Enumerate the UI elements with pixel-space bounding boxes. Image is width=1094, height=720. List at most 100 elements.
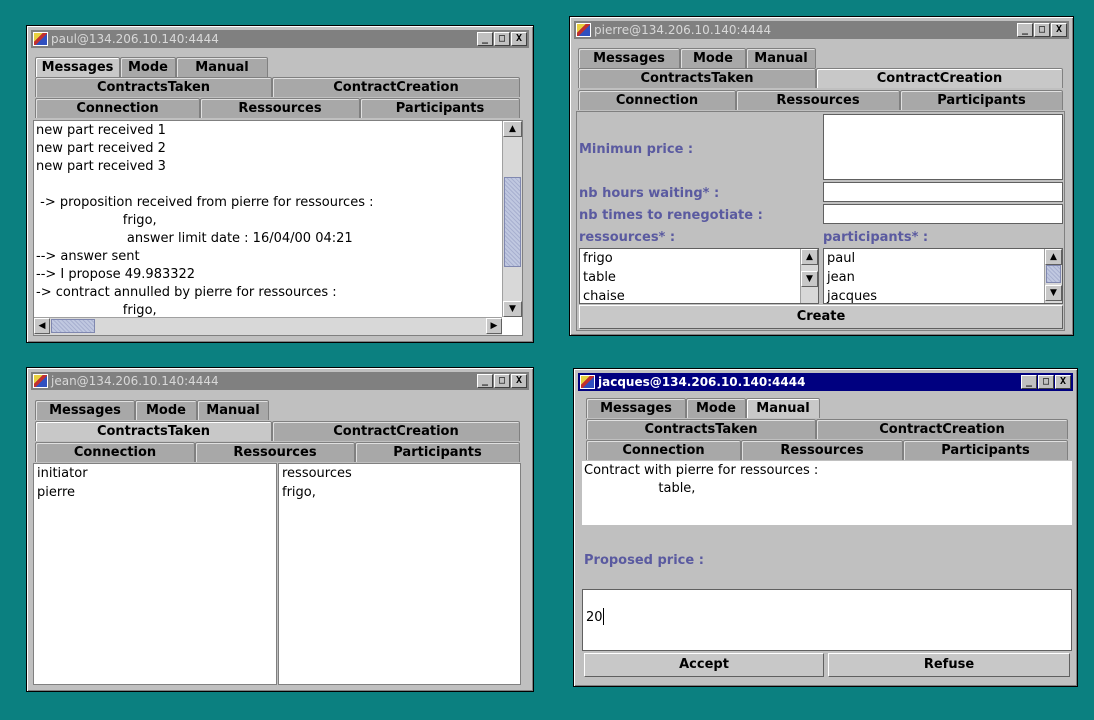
tab-contracts-taken[interactable]: ContractsTaken bbox=[578, 68, 816, 88]
close-button[interactable]: X bbox=[511, 32, 527, 46]
contract-message: Contract with pierre for ressources : ta… bbox=[582, 461, 1072, 525]
paul-window: paul@134.206.10.140:4444 _ □ X Messages … bbox=[26, 25, 534, 343]
price-value: 20 bbox=[586, 610, 603, 625]
list-item[interactable]: ressources bbox=[279, 464, 520, 483]
tab-messages[interactable]: Messages bbox=[35, 400, 135, 420]
tab-manual[interactable]: Manual bbox=[176, 57, 268, 77]
tab-connection[interactable]: Connection bbox=[578, 90, 736, 110]
create-button[interactable]: Create bbox=[579, 305, 1063, 329]
refuse-button[interactable]: Refuse bbox=[828, 653, 1070, 677]
maximize-button[interactable]: □ bbox=[494, 32, 510, 46]
minimize-button[interactable]: _ bbox=[477, 32, 493, 46]
close-button[interactable]: X bbox=[1055, 375, 1071, 389]
tab-connection[interactable]: Connection bbox=[35, 442, 195, 462]
tab-contracts-taken[interactable]: ContractsTaken bbox=[35, 421, 272, 441]
scroll-thumb-horizontal[interactable] bbox=[51, 319, 95, 333]
tab-mode[interactable]: Mode bbox=[680, 48, 746, 68]
tab-participants[interactable]: Participants bbox=[360, 98, 520, 118]
minimize-button[interactable]: _ bbox=[477, 374, 493, 388]
tab-ressources[interactable]: Ressources bbox=[736, 90, 900, 110]
list-item[interactable]: jean bbox=[824, 268, 1044, 287]
tab-mode[interactable]: Mode bbox=[135, 400, 197, 420]
minimum-price-field[interactable] bbox=[823, 114, 1063, 180]
ressources-scrollbar[interactable]: ▲ ▼ bbox=[800, 249, 818, 303]
tab-contract-creation[interactable]: ContractCreation bbox=[272, 77, 520, 97]
scroll-down-arrow[interactable]: ▼ bbox=[801, 271, 818, 287]
list-item[interactable]: table bbox=[580, 268, 800, 287]
scroll-down-arrow[interactable]: ▼ bbox=[1045, 285, 1062, 301]
tab-ressources[interactable]: Ressources bbox=[741, 440, 903, 460]
close-button[interactable]: X bbox=[1051, 23, 1067, 37]
initiator-column[interactable]: initiator pierre bbox=[33, 463, 277, 685]
log-line: -> contract annulled by pierre for resso… bbox=[36, 285, 337, 300]
scroll-thumb[interactable] bbox=[1046, 265, 1061, 283]
jacques-window: jacques@134.206.10.140:4444 _ □ X Messag… bbox=[573, 368, 1078, 687]
contract-creation-panel: Minimun price : nb hours waiting* : nb t… bbox=[576, 111, 1065, 331]
tab-mode[interactable]: Mode bbox=[120, 57, 176, 77]
hours-waiting-field[interactable] bbox=[823, 182, 1063, 202]
list-item[interactable]: initiator bbox=[34, 464, 276, 483]
scroll-up-arrow[interactable]: ▲ bbox=[503, 121, 522, 137]
minimum-price-label: Minimun price : bbox=[579, 142, 694, 157]
tab-manual[interactable]: Manual bbox=[197, 400, 269, 420]
scroll-up-arrow[interactable]: ▲ bbox=[801, 249, 818, 265]
list-item[interactable]: pierre bbox=[34, 483, 276, 502]
proposed-price-field[interactable]: 20 bbox=[582, 589, 1072, 651]
list-item[interactable]: frigo bbox=[580, 249, 800, 268]
scroll-left-arrow[interactable]: ◀ bbox=[34, 318, 50, 334]
title-bar[interactable]: paul@134.206.10.140:4444 _ □ X bbox=[31, 30, 529, 48]
log-line: --> answer sent bbox=[36, 249, 140, 264]
minimize-button[interactable]: _ bbox=[1017, 23, 1033, 37]
tab-participants[interactable]: Participants bbox=[900, 90, 1063, 110]
scroll-down-arrow[interactable]: ▼ bbox=[503, 301, 522, 317]
tab-messages[interactable]: Messages bbox=[578, 48, 680, 68]
title-bar[interactable]: pierre@134.206.10.140:4444 _ □ X bbox=[574, 21, 1069, 39]
tab-mode[interactable]: Mode bbox=[686, 398, 746, 418]
ressources-column[interactable]: ressources frigo, bbox=[278, 463, 521, 685]
title-bar[interactable]: jacques@134.206.10.140:4444 _ □ X bbox=[578, 373, 1073, 391]
horizontal-scrollbar[interactable]: ◀ ▶ bbox=[34, 317, 502, 335]
title-bar[interactable]: jean@134.206.10.140:4444 _ □ X bbox=[31, 372, 529, 390]
tab-contract-creation[interactable]: ContractCreation bbox=[272, 421, 520, 441]
list-item[interactable]: chaise bbox=[580, 287, 800, 303]
tab-messages[interactable]: Messages bbox=[35, 57, 120, 77]
message-line: table, bbox=[584, 481, 696, 496]
participants-scrollbar[interactable]: ▲ ▼ bbox=[1044, 249, 1062, 303]
tab-connection[interactable]: Connection bbox=[35, 98, 200, 118]
tab-messages[interactable]: Messages bbox=[586, 398, 686, 418]
participants-list[interactable]: paul jean jacques ▲ ▼ bbox=[823, 248, 1063, 304]
accept-button[interactable]: Accept bbox=[584, 653, 824, 677]
renegotiate-field[interactable] bbox=[823, 204, 1063, 224]
tab-contract-creation[interactable]: ContractCreation bbox=[816, 419, 1068, 439]
tab-contracts-taken[interactable]: ContractsTaken bbox=[586, 419, 816, 439]
scroll-right-arrow[interactable]: ▶ bbox=[486, 318, 502, 334]
minimize-button[interactable]: _ bbox=[1021, 375, 1037, 389]
participants-items: paul jean jacques bbox=[824, 249, 1044, 303]
ressources-list[interactable]: frigo table chaise ▲ ▼ bbox=[579, 248, 819, 304]
java-app-icon bbox=[576, 23, 591, 37]
text-cursor bbox=[603, 608, 604, 625]
tab-contracts-taken[interactable]: ContractsTaken bbox=[35, 77, 272, 97]
list-item[interactable]: jacques bbox=[824, 287, 1044, 303]
tab-connection[interactable]: Connection bbox=[586, 440, 741, 460]
list-item[interactable]: frigo, bbox=[279, 483, 520, 502]
maximize-button[interactable]: □ bbox=[1038, 375, 1054, 389]
tab-ressources[interactable]: Ressources bbox=[195, 442, 355, 462]
vertical-scrollbar[interactable]: ▲ ▼ bbox=[502, 121, 522, 317]
window-title: pierre@134.206.10.140:4444 bbox=[594, 23, 772, 37]
maximize-button[interactable]: □ bbox=[1034, 23, 1050, 37]
window-title: paul@134.206.10.140:4444 bbox=[51, 32, 219, 46]
tab-participants[interactable]: Participants bbox=[903, 440, 1068, 460]
tab-contract-creation[interactable]: ContractCreation bbox=[816, 68, 1063, 88]
scroll-up-arrow[interactable]: ▲ bbox=[1045, 249, 1062, 265]
list-item[interactable]: paul bbox=[824, 249, 1044, 268]
close-button[interactable]: X bbox=[511, 374, 527, 388]
maximize-button[interactable]: □ bbox=[494, 374, 510, 388]
tab-participants[interactable]: Participants bbox=[355, 442, 520, 462]
tab-ressources[interactable]: Ressources bbox=[200, 98, 360, 118]
scroll-thumb[interactable] bbox=[504, 177, 521, 267]
tab-manual[interactable]: Manual bbox=[746, 398, 820, 418]
messages-log[interactable]: new part received 1 new part received 2 ne… bbox=[33, 120, 523, 336]
message-text: Contract with pierre for ressources : ta… bbox=[582, 461, 1072, 499]
tab-manual[interactable]: Manual bbox=[746, 48, 816, 68]
